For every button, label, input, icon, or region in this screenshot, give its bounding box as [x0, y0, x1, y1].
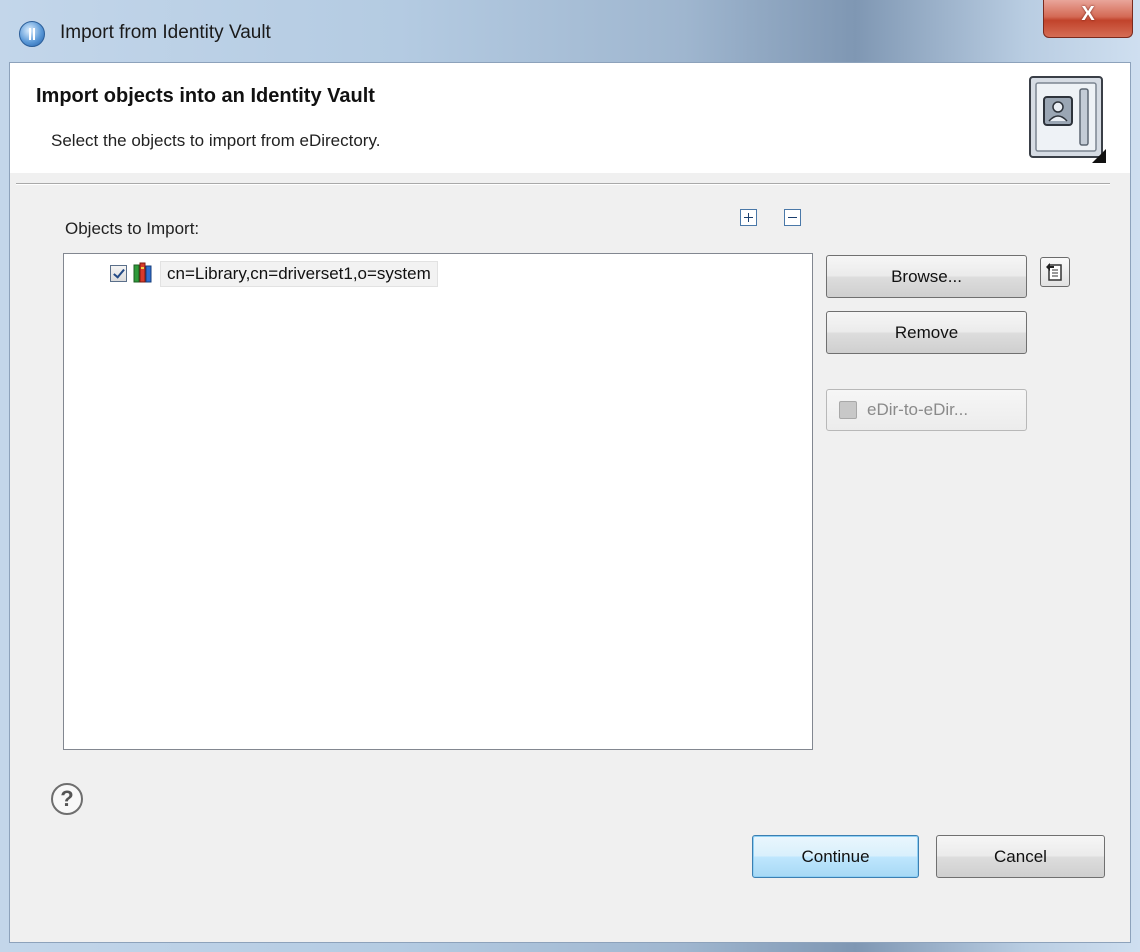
tree-item-label: cn=Library,cn=driverset1,o=system — [160, 261, 438, 287]
collapse-all-icon[interactable] — [784, 209, 801, 226]
remove-button[interactable]: Remove — [826, 311, 1027, 354]
edir-icon — [839, 401, 857, 419]
close-button[interactable]: X — [1043, 0, 1133, 38]
browse-dn-button[interactable] — [1040, 257, 1070, 287]
browse-dn-icon — [1046, 263, 1062, 281]
dialog-content: Import objects into an Identity Vault Se… — [9, 62, 1131, 943]
browse-button[interactable]: Browse... — [826, 255, 1027, 298]
cancel-button[interactable]: Cancel — [936, 835, 1105, 878]
expand-all-icon[interactable] — [740, 209, 757, 226]
edir-button-label: eDir-to-eDir... — [867, 400, 969, 419]
item-checkbox[interactable] — [110, 265, 127, 282]
banner-title: Import objects into an Identity Vault — [36, 85, 375, 107]
window-title: Import from Identity Vault — [60, 22, 271, 43]
banner-description: Select the objects to import from eDirec… — [51, 131, 381, 150]
continue-button[interactable]: Continue — [752, 835, 919, 878]
app-icon — [19, 21, 45, 47]
objects-label: Objects to Import: — [65, 219, 200, 238]
objects-tree[interactable]: cn=Library,cn=driverset1,o=system — [63, 253, 813, 750]
separator — [16, 183, 1110, 185]
help-icon[interactable]: ? — [51, 783, 83, 815]
books-icon — [133, 262, 152, 283]
close-icon: X — [1081, 3, 1095, 25]
title-bar[interactable]: Import from Identity Vault X — [0, 0, 1140, 62]
dialog-window: Import from Identity Vault X Import obje… — [0, 0, 1140, 952]
wizard-banner: Import objects into an Identity Vault Se… — [10, 63, 1130, 173]
vault-icon — [1029, 76, 1106, 163]
edir-to-edir-button[interactable]: eDir-to-eDir... — [826, 389, 1027, 431]
